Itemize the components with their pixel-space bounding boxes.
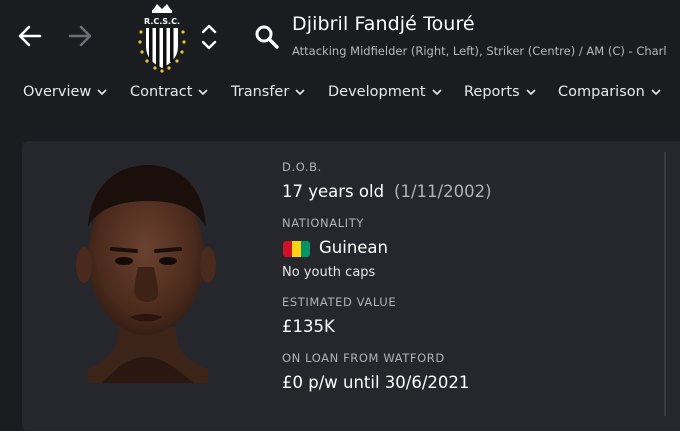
tab-contract[interactable]: Contract bbox=[130, 84, 208, 100]
dob-date: (1/11/2002) bbox=[394, 182, 492, 201]
tab-reports[interactable]: Reports bbox=[464, 84, 536, 100]
tab-label: Reports bbox=[464, 84, 520, 100]
panel-divider bbox=[664, 152, 666, 416]
player-positions: Attacking Midfielder (Right, Left), Stri… bbox=[292, 44, 667, 58]
search-icon[interactable] bbox=[254, 24, 280, 50]
estimated-value: £135K bbox=[282, 317, 335, 336]
chevron-up-down-icon[interactable] bbox=[198, 20, 220, 54]
tab-label: Contract bbox=[130, 84, 193, 100]
loan-wage: £0 p/w until 30/6/2021 bbox=[282, 373, 470, 392]
loan-label: ON LOAN FROM WATFORD bbox=[282, 351, 445, 365]
tab-label: Comparison bbox=[558, 84, 645, 100]
chevron-down-icon bbox=[526, 89, 536, 96]
chevron-down-icon bbox=[295, 89, 305, 96]
club-crest-icon[interactable]: R.C.S.C. bbox=[134, 2, 190, 74]
tab-label: Overview bbox=[23, 84, 92, 100]
dob-label: D.O.B. bbox=[282, 160, 322, 174]
youth-caps: No youth caps bbox=[282, 265, 376, 280]
tab-label: Transfer bbox=[231, 84, 290, 100]
player-name: Djibril Fandjé Touré bbox=[292, 13, 475, 35]
estimated-value-label: ESTIMATED VALUE bbox=[282, 295, 397, 309]
chevron-down-icon bbox=[97, 89, 107, 96]
chevron-down-icon bbox=[651, 89, 661, 96]
nationality-value[interactable]: Guinean bbox=[319, 238, 388, 257]
age: 17 years old bbox=[282, 182, 385, 201]
nationality-label: NATIONALITY bbox=[282, 216, 364, 230]
chevron-down-icon bbox=[198, 89, 208, 96]
tab-bar: Overview Contract Transfer Development R… bbox=[0, 84, 680, 110]
guinea-flag-icon bbox=[283, 241, 310, 257]
tab-comparison[interactable]: Comparison bbox=[558, 84, 661, 100]
arrow-left-icon[interactable] bbox=[16, 22, 44, 50]
tab-label: Development bbox=[328, 84, 426, 100]
age-value: 17 years old (1/11/2002) bbox=[282, 182, 492, 201]
tab-transfer[interactable]: Transfer bbox=[231, 84, 305, 100]
crest-text: R.C.S.C. bbox=[144, 17, 180, 26]
top-bar: R.C.S.C. Djibril Fandjé Touré Attacking … bbox=[0, 0, 680, 128]
tab-overview[interactable]: Overview bbox=[23, 84, 107, 100]
tab-development[interactable]: Development bbox=[328, 84, 442, 100]
chevron-down-icon bbox=[432, 89, 442, 96]
arrow-right-icon[interactable] bbox=[66, 22, 94, 50]
player-portrait bbox=[76, 165, 216, 383]
